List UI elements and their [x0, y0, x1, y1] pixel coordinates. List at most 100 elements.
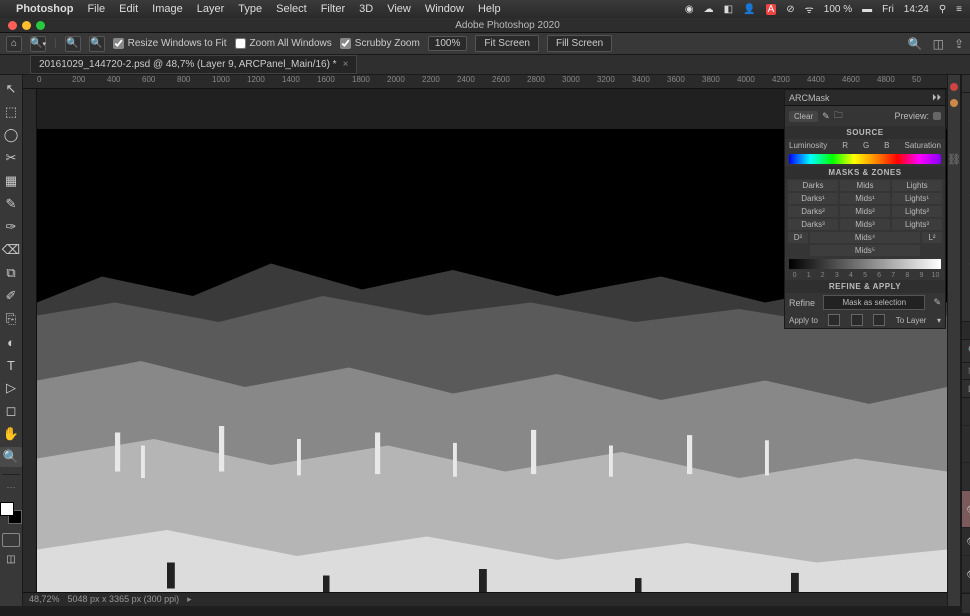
arcmask-preview-toggle[interactable] [933, 112, 941, 120]
path-tool[interactable]: ▷ [0, 378, 22, 398]
arcmask-brush-icon[interactable]: ✎ [822, 111, 830, 122]
menu-image[interactable]: Image [152, 3, 183, 15]
layer-row-20161029_144615-2-cr2[interactable]: 👁20161029_144615-2.CR2 [962, 556, 970, 593]
menu-3d[interactable]: 3D [359, 3, 373, 15]
menu-edit[interactable]: Edit [119, 3, 138, 15]
screen-mode-icon[interactable]: ◫ [6, 554, 15, 565]
arc-l2[interactable]: Lights² [892, 206, 942, 217]
search-icon[interactable]: 🔍 [908, 37, 923, 51]
chain-panel-icon[interactable]: ⛓ [947, 153, 961, 166]
eyedropper-tool[interactable]: ✎ [0, 194, 22, 214]
status-cloud-icon[interactable]: ☁ [704, 4, 714, 15]
arcmask-dropdown-icon[interactable]: ▾ [937, 316, 941, 325]
zoom-tool[interactable]: 🔍 [0, 447, 22, 467]
layer-row-group-5[interactable]: ▸🗀Group 5 [962, 463, 970, 491]
visibility-toggle[interactable]: 👁 [966, 503, 970, 516]
arc-d3[interactable]: Darks³ [788, 219, 838, 230]
arcmask-clear-button[interactable]: Clear [789, 111, 818, 122]
type-tool[interactable]: T [0, 355, 22, 375]
menu-filter[interactable]: Filter [321, 3, 345, 15]
battery-icon[interactable]: ▬ [862, 4, 872, 15]
arcmask-darks[interactable]: Darks [788, 180, 838, 191]
color-swatch[interactable] [0, 502, 22, 524]
arc-m5[interactable]: Mids⁵ [810, 245, 920, 256]
window-minimize[interactable] [22, 21, 31, 30]
fill-screen-button[interactable]: Fill Screen [547, 35, 612, 52]
workspace-icon[interactable]: ◫ [933, 37, 944, 51]
move-tool[interactable]: ↖ [0, 79, 22, 99]
visibility-toggle[interactable]: 👁 [966, 568, 970, 581]
layer-row-layer-7[interactable]: Layer 7 [962, 426, 970, 463]
status-app-icon[interactable]: A [766, 4, 777, 15]
layer-row-group-6[interactable]: ▸🗀Group 6 [962, 398, 970, 426]
arc-ll2[interactable]: L² [922, 232, 942, 243]
frame-tool[interactable]: ▦ [0, 171, 22, 191]
share-icon[interactable]: ⇪ [954, 37, 964, 51]
arc-m4[interactable]: Mids⁴ [810, 232, 920, 243]
arc-d2[interactable]: Darks² [788, 206, 838, 217]
clone-tool[interactable]: ⌫ [0, 240, 22, 260]
arc-l3[interactable]: Lights³ [892, 219, 942, 230]
layer-row-group-7[interactable]: 👁▸🗀Group 7 [962, 528, 970, 556]
marquee-tool[interactable]: ⬚ [0, 102, 22, 122]
arc-l1[interactable]: Lights¹ [892, 193, 942, 204]
visibility-toggle[interactable]: 👁 [966, 535, 970, 548]
close-tab-icon[interactable]: × [343, 59, 349, 70]
zoom-in-icon[interactable]: 🔍 [65, 36, 81, 52]
zoom-percent[interactable]: 100% [428, 36, 468, 51]
quick-mask-toggle[interactable] [2, 533, 20, 547]
document-tab[interactable]: 20161029_144720-2.psd @ 48,7% (Layer 9, … [30, 55, 357, 74]
arcmask-folder-icon[interactable]: 🗀 [834, 108, 843, 124]
menu-view[interactable]: View [387, 3, 411, 15]
window-zoom[interactable] [36, 21, 45, 30]
arcmask-apply-2[interactable] [851, 314, 863, 326]
arc-dd2[interactable]: D² [788, 232, 808, 243]
tab-paths[interactable]: Paths [962, 322, 970, 339]
menu-layer[interactable]: Layer [197, 3, 225, 15]
arcmask-refine-icon[interactable]: ✎ [933, 297, 941, 308]
arc-d1[interactable]: Darks¹ [788, 193, 838, 204]
lasso-tool[interactable]: ◯ [0, 125, 22, 145]
status-cc-icon[interactable]: ◉ [685, 4, 694, 15]
arcmask-apply-1[interactable] [828, 314, 840, 326]
arc-m1[interactable]: Mids¹ [840, 193, 890, 204]
swatches-panel-icon[interactable] [950, 99, 958, 107]
hand-tool[interactable]: ✋ [0, 424, 22, 444]
menu-help[interactable]: Help [478, 3, 501, 15]
status-dnd-icon[interactable]: ⊘ [786, 4, 794, 15]
zoom-out-icon[interactable]: 🔍 [89, 36, 105, 52]
arcmask-apply-3[interactable] [873, 314, 885, 326]
arcmask-collapse-icon[interactable]: ⏵⏵ [932, 92, 941, 103]
eraser-tool[interactable]: ✐ [0, 286, 22, 306]
home-icon[interactable]: ⌂ [6, 36, 22, 52]
edit-toolbar-icon[interactable]: ⋯ [7, 482, 16, 493]
arcmask-gray-strip[interactable] [789, 259, 941, 269]
history-brush-tool[interactable]: ⧉ [0, 263, 22, 283]
wifi-icon[interactable]: ᯤ [805, 2, 814, 16]
arcmask-tolayer-label[interactable]: To Layer [896, 316, 927, 325]
resize-windows-checkbox[interactable]: Resize Windows to Fit [113, 38, 227, 49]
layer-row-layer-9[interactable]: 👁Layer 9 [962, 491, 970, 528]
menu-window[interactable]: Window [425, 3, 464, 15]
arcmask-saturation[interactable]: Saturation [904, 141, 940, 150]
status-sync-icon[interactable]: ◧ [724, 4, 733, 15]
dodge-tool[interactable]: ◐ [0, 332, 22, 352]
status-caret-icon[interactable]: ▸ [187, 594, 192, 605]
shape-tool[interactable]: ◻ [0, 401, 22, 421]
status-user-icon[interactable]: 👤 [743, 4, 755, 15]
crop-tool[interactable]: ✂ [0, 148, 22, 168]
arcmask-mask-selection[interactable]: Mask as selection [823, 295, 925, 310]
menu-file[interactable]: File [87, 3, 105, 15]
menu-photoshop[interactable]: Photoshop [16, 3, 73, 15]
spotlight-icon[interactable]: ⚲ [939, 4, 946, 15]
window-close[interactable] [8, 21, 17, 30]
arcmask-mids[interactable]: Mids [840, 180, 890, 191]
brush-tool[interactable]: ✑ [0, 217, 22, 237]
scrubby-zoom-checkbox[interactable]: Scrubby Zoom [340, 38, 420, 49]
arcmask-hue-strip[interactable] [789, 154, 941, 164]
fit-screen-button[interactable]: Fit Screen [475, 35, 539, 52]
color-panel-icon[interactable] [950, 83, 958, 91]
gradient-tool[interactable]: ⎘ [0, 309, 22, 329]
status-zoom[interactable]: 48,72% [29, 594, 60, 605]
zoom-all-checkbox[interactable]: Zoom All Windows [235, 38, 332, 49]
